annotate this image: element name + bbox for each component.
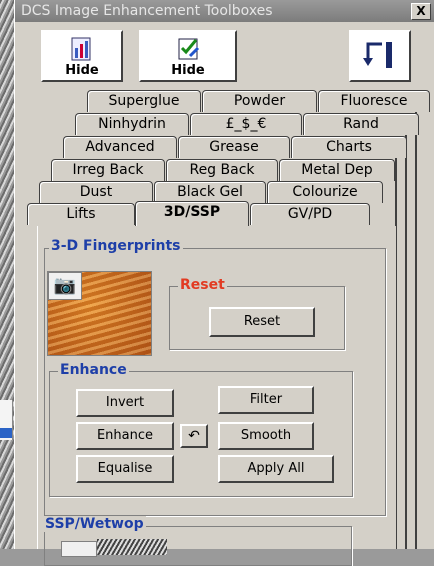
apply-all-button[interactable]: Apply All (218, 455, 334, 483)
tab-dust[interactable]: Dust (39, 181, 153, 203)
filter-button[interactable]: Filter (218, 386, 314, 414)
return-arrow-icon (363, 42, 392, 68)
hide-button-1[interactable]: Hide (41, 30, 123, 82)
tab-lifts[interactable]: Lifts (27, 203, 135, 225)
close-button[interactable]: X (411, 3, 431, 20)
fingerprints-group-title: 3-D Fingerprints (49, 238, 183, 254)
hide-button-1-label: Hide (65, 63, 99, 78)
invert-button[interactable]: Invert (76, 389, 174, 417)
fingerprints-group: 3-D Fingerprints 📷 Reset Reset Enhance I… (44, 238, 386, 516)
checklist-icon (178, 38, 200, 60)
tab-powder[interactable]: Powder (202, 90, 317, 112)
tab-3d-ssp[interactable]: 3D/SSP (135, 201, 249, 226)
equalise-button[interactable]: Equalise (76, 455, 174, 483)
tab-irreg-back[interactable]: Irreg Back (51, 159, 165, 181)
reset-group: Reset Reset (169, 277, 345, 350)
ssp-wetwop-group-title: SSP/Wetwop (43, 516, 146, 532)
tab-grease[interactable]: Grease (178, 136, 290, 158)
tab-reg-back[interactable]: Reg Back (166, 159, 278, 181)
ssp-wetwop-group: SSP/Wetwop (43, 516, 352, 566)
window-title: DCS Image Enhancement Toolboxes (21, 3, 273, 19)
tab-metal-dep[interactable]: Metal Dep (279, 159, 395, 181)
camera-icon[interactable]: 📷 (48, 272, 82, 300)
tab-gv-pd[interactable]: GV/PD (250, 203, 370, 225)
arrange-button[interactable] (349, 30, 411, 82)
tab-ninhydrin[interactable]: Ninhydrin (75, 113, 189, 135)
enhance-group-title: Enhance (58, 362, 129, 378)
fingerprint-thumbnail: 📷 (47, 271, 152, 356)
tab-colourize[interactable]: Colourize (267, 181, 383, 203)
chart-icon (71, 37, 91, 61)
ssp-camera-icon[interactable] (61, 541, 97, 557)
tab-panel-3d-ssp: 3-D Fingerprints 📷 Reset Reset Enhance I… (37, 226, 397, 566)
enhance-group: Enhance Invert Filter Enhance ↶ Smooth E… (49, 362, 353, 497)
reset-group-title: Reset (178, 277, 227, 293)
background-window-fragment (0, 400, 13, 440)
smooth-button[interactable]: Smooth (218, 422, 314, 450)
ssp-thumbnail (97, 539, 167, 555)
tab-fluoresce[interactable]: Fluoresce (318, 90, 430, 112)
tab-advanced[interactable]: Advanced (63, 136, 177, 158)
tab-rand[interactable]: Rand (303, 113, 419, 135)
reset-button[interactable]: Reset (209, 307, 315, 337)
toolbox-window: DCS Image Enhancement Toolboxes X Hide H… (14, 0, 434, 566)
tab-charts[interactable]: Charts (291, 136, 407, 158)
tab-black-gel[interactable]: Black Gel (154, 181, 266, 203)
hide-button-2-label: Hide (171, 63, 205, 78)
title-bar[interactable]: DCS Image Enhancement Toolboxes X (15, 0, 434, 22)
hide-button-2[interactable]: Hide (139, 30, 237, 82)
background-blue-fragment (0, 428, 12, 438)
tab-currency[interactable]: £_$_€ (190, 113, 302, 135)
tab-superglue[interactable]: Superglue (87, 90, 201, 112)
enhance-button[interactable]: Enhance (76, 422, 174, 450)
undo-icon[interactable]: ↶ (180, 424, 208, 448)
